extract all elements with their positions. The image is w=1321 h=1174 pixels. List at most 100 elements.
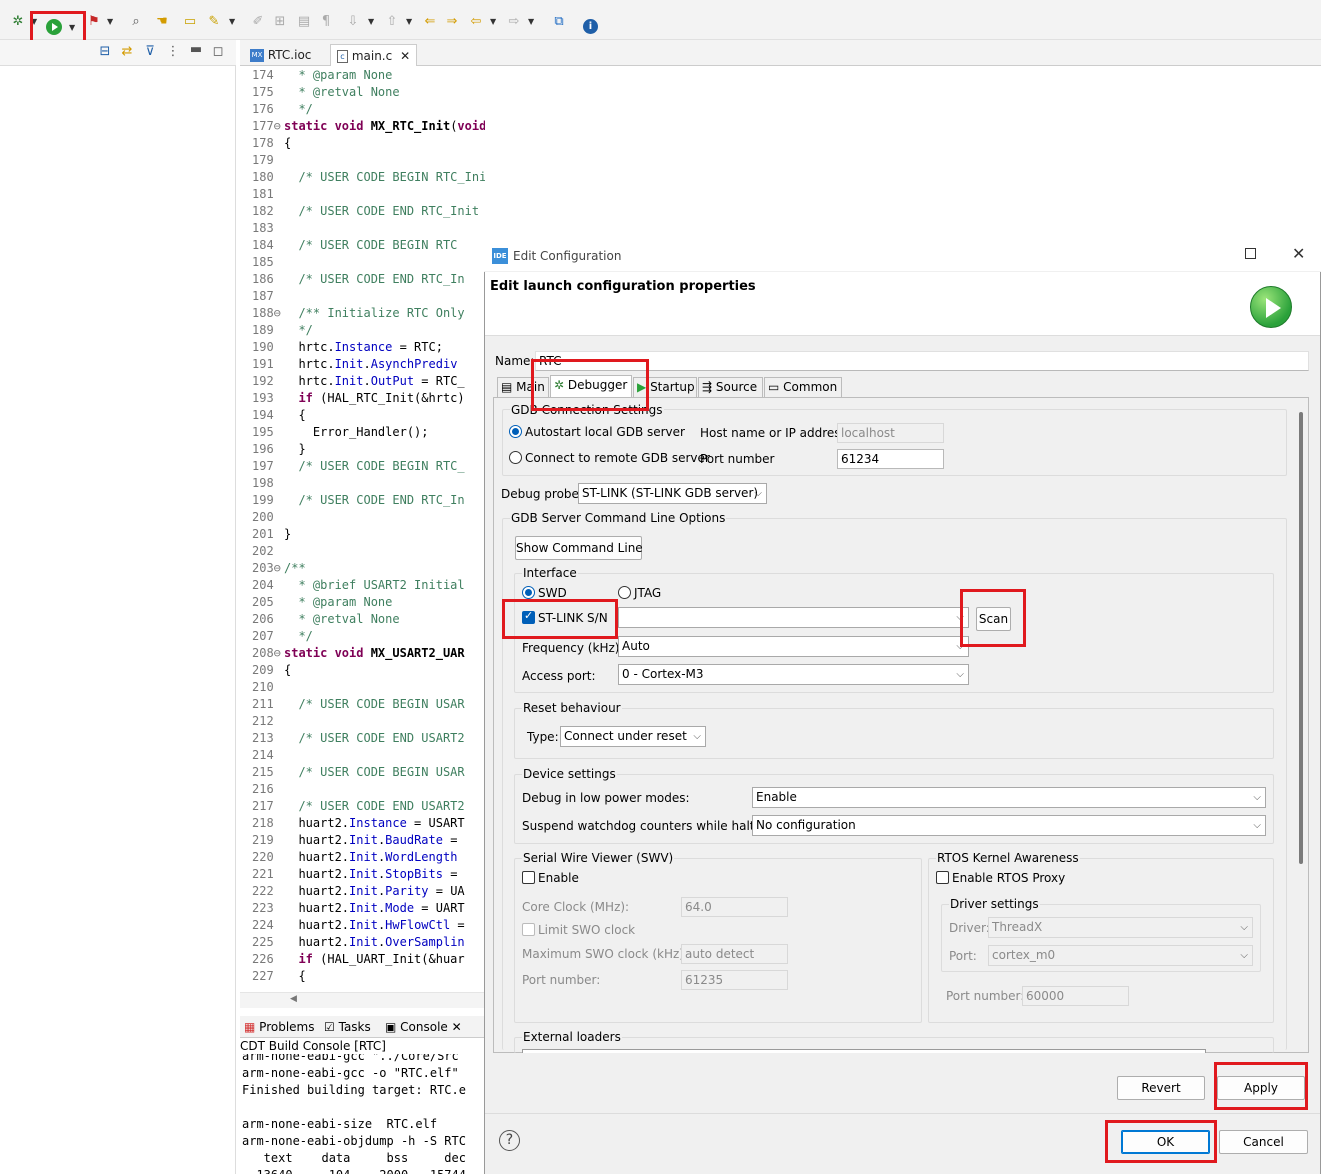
frequency-select[interactable]: Auto ⌵ — [618, 636, 969, 657]
run-icon[interactable] — [46, 19, 62, 35]
view-menu-icon[interactable]: ⋮ — [165, 44, 181, 60]
tab-console[interactable]: ▣ Console ✕ — [385, 1019, 462, 1035]
driver-settings-title: Driver settings — [949, 896, 1040, 912]
edit-icon[interactable]: ✐ — [250, 14, 266, 30]
collapse-all-icon[interactable]: ⊟ — [97, 44, 113, 60]
code-token: Init — [334, 357, 364, 371]
host-input[interactable]: localhost — [837, 423, 944, 443]
back-icon[interactable]: ⇦ — [468, 14, 484, 30]
code-line: 212 — [240, 713, 485, 730]
apply-button[interactable]: Apply — [1217, 1076, 1305, 1100]
info-icon[interactable]: i — [583, 19, 598, 34]
driver-select[interactable]: ThreadX ⌵ — [988, 917, 1253, 938]
tab-tasks[interactable]: ☑ Tasks — [324, 1019, 371, 1035]
last-edit-icon[interactable]: ⇐ — [422, 14, 438, 30]
low-power-select[interactable]: Enable ⌵ — [752, 787, 1266, 808]
filter-icon[interactable]: ⊽ — [142, 44, 158, 60]
swv-enable-checkbox[interactable] — [522, 871, 535, 884]
next-annotation-dropdown-icon[interactable]: ▼ — [368, 14, 374, 30]
toggle-icon[interactable]: ⊞ — [272, 14, 288, 30]
block-icon[interactable]: ▤ — [296, 14, 312, 30]
tab-main[interactable]: ▤ Main — [497, 377, 549, 397]
minimize-icon[interactable]: ▬ — [188, 42, 204, 58]
chevron-down-icon: ⌵ — [956, 669, 964, 680]
close-tab-icon[interactable]: ✕ — [400, 49, 410, 63]
line-number: 188⊖ — [252, 306, 281, 320]
rtos-port-select[interactable]: cortex_m0 ⌵ — [988, 945, 1253, 966]
port-input[interactable]: 61234 — [837, 449, 944, 469]
panel-vertical-scrollbar[interactable] — [1296, 400, 1306, 1050]
name-label: Name: — [495, 354, 535, 368]
maximize-icon[interactable]: ◻ — [210, 44, 226, 60]
name-input[interactable]: RTC — [535, 351, 1309, 371]
tab-main-c[interactable]: c main.c ✕ — [330, 44, 418, 66]
ok-button[interactable]: OK — [1121, 1130, 1210, 1154]
pencil-dropdown-icon[interactable]: ▼ — [229, 14, 235, 30]
code-line: 180 /* USER CODE BEGIN RTC_Init 0 */ — [240, 169, 485, 186]
pilcrow-icon[interactable]: ¶ — [318, 14, 334, 30]
forward-dropdown-icon[interactable]: ▼ — [528, 14, 534, 30]
prev-annotation-dropdown-icon[interactable]: ▼ — [406, 14, 412, 30]
reset-type-select[interactable]: Connect under reset ⌵ — [560, 726, 706, 747]
limit-swo-label: Limit SWO clock — [538, 923, 636, 937]
revert-button[interactable]: Revert — [1117, 1076, 1205, 1100]
back-dropdown-icon[interactable]: ▼ — [490, 14, 496, 30]
swv-port-input[interactable]: 61235 — [681, 970, 788, 990]
autostart-radio[interactable] — [509, 425, 522, 438]
hand-icon[interactable]: ☚ — [154, 14, 170, 30]
project-explorer-toolbar: ⊟ ⇄ ⊽ ⋮ ▬ ◻ — [0, 40, 236, 66]
access-port-select[interactable]: 0 - Cortex-M3 ⌵ — [618, 664, 969, 685]
prev-annotation-icon[interactable]: ⇧ — [384, 14, 400, 30]
tab-rtc-ioc[interactable]: MX RTC.ioc — [244, 44, 317, 66]
scrollbar-thumb[interactable] — [1299, 412, 1303, 864]
external-tools-dropdown-icon[interactable]: ▼ — [107, 14, 113, 30]
swd-radio[interactable] — [522, 586, 535, 599]
code-editor[interactable]: 174 * @param None 175 * @retval None 176 *… — [240, 66, 485, 992]
forward-icon[interactable]: ⇨ — [506, 14, 522, 30]
rtos-port-number-input[interactable]: 60000 — [1022, 986, 1129, 1006]
stlink-sn-select[interactable]: ⌵ — [618, 607, 969, 628]
cancel-button[interactable]: Cancel — [1219, 1130, 1308, 1154]
line-number: 220 — [252, 850, 274, 864]
debug-probe-select[interactable]: ST-LINK (ST-LINK GDB server) ⌵ — [578, 483, 767, 504]
scroll-left-icon[interactable]: ◀ — [290, 994, 297, 1004]
external-tools-icon[interactable]: ⚑ — [86, 14, 102, 30]
code-token: /** Initialize RTC Only — [284, 306, 465, 320]
open-perspective-icon[interactable]: ⧉ — [551, 14, 567, 30]
rtos-enable-checkbox[interactable] — [936, 871, 949, 884]
tab-debugger[interactable]: ✲ Debugger — [550, 375, 632, 397]
maximize-window-icon[interactable] — [1245, 248, 1256, 259]
debug-icon[interactable]: ✲ — [10, 14, 26, 30]
code-token: = — [442, 833, 458, 847]
code-token: (HAL_RTC_Init(&hrtc) — [312, 391, 465, 405]
open-folder-icon[interactable]: ▭ — [182, 14, 198, 30]
max-swo-input[interactable]: auto detect — [681, 944, 788, 964]
tab-problems[interactable]: ▦ Problems — [244, 1019, 314, 1035]
next-annotation-icon[interactable]: ⇩ — [345, 14, 361, 30]
connect-remote-radio[interactable] — [509, 451, 522, 464]
tab-source[interactable]: ⇶ Source — [698, 377, 763, 397]
jtag-radio[interactable] — [618, 586, 631, 599]
external-loaders-table[interactable] — [522, 1049, 1206, 1053]
debug-dropdown-icon[interactable]: ▼ — [31, 14, 37, 30]
limit-swo-checkbox[interactable] — [522, 923, 535, 936]
show-command-line-button[interactable]: Show Command Line — [515, 536, 643, 560]
search-tool-icon[interactable]: ⌕ — [128, 14, 144, 30]
code-token: } — [284, 527, 292, 541]
code-token: huart2. — [284, 867, 350, 881]
help-icon[interactable]: ? — [499, 1130, 520, 1151]
tab-startup[interactable]: ▶ Startup — [633, 377, 697, 397]
tab-common[interactable]: ▭ Common — [764, 377, 842, 397]
close-window-icon[interactable]: ✕ — [1292, 244, 1305, 263]
forward-edit-icon[interactable]: ⇒ — [444, 14, 460, 30]
code-line: 215 /* USER CODE BEGIN USAR — [240, 764, 485, 781]
scan-button[interactable]: Scan — [976, 607, 1011, 631]
run-dropdown-icon[interactable]: ▼ — [69, 20, 75, 36]
editor-horizontal-scrollbar[interactable]: ◀ — [240, 992, 485, 1008]
pencil-icon[interactable]: ✎ — [206, 14, 222, 30]
link-editor-icon[interactable]: ⇄ — [119, 44, 135, 60]
core-clock-input[interactable]: 64.0 — [681, 897, 788, 917]
stlink-sn-checkbox[interactable] — [522, 609, 535, 624]
watchdog-select[interactable]: No configuration ⌵ — [752, 815, 1266, 836]
close-console-icon[interactable]: ✕ — [452, 1020, 462, 1034]
